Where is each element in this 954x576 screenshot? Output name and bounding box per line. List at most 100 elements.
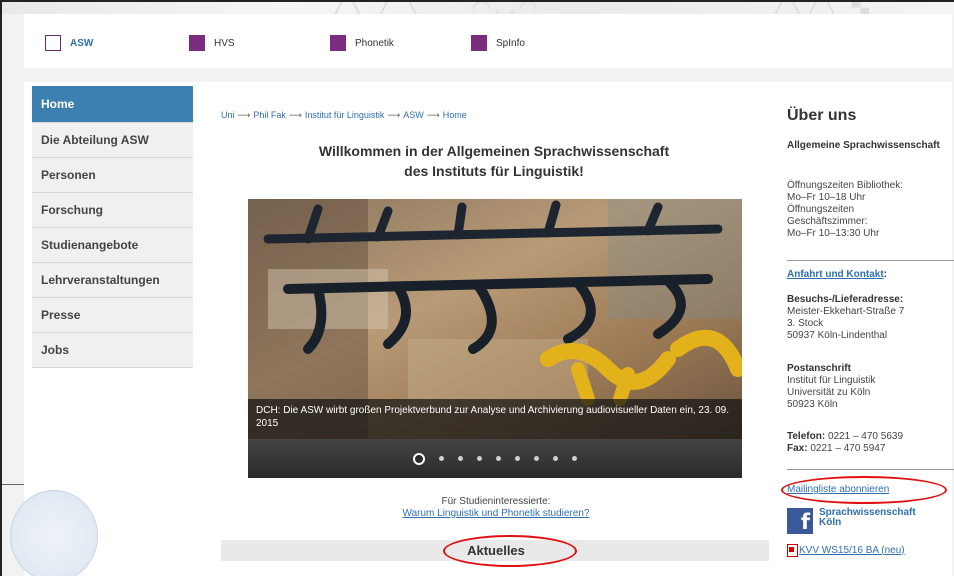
browser-page: ╱╲ ╱ ╲ ◠◡◠ ╱╲╱╲ ▚ ASW HVS Phonetik SpInf… [0,0,954,576]
institute-top-nav: ASW HVS Phonetik SpInfo [24,14,952,68]
about-heading: Über uns [787,107,857,124]
pdf-icon [787,544,798,557]
slider-dot[interactable] [458,456,463,461]
directions-contact-link[interactable]: Anfahrt und Kontakt [787,269,884,280]
slider-dot[interactable] [413,452,425,465]
breadcrumb-arrow-icon: ⟶ [237,110,251,120]
about-sidebar: Über uns Allgemeine Sprachwissenschaft Ö… [781,82,954,576]
phone-label: Telefon: [787,431,826,442]
nav-phonetik-label: Phonetik [355,37,394,49]
sidebar-item-label: Personen [41,168,96,182]
asw-square-icon [45,35,61,51]
address-line: Meister-Ekkehart-Straße 7 [787,306,905,317]
slider-dot[interactable] [515,456,520,461]
phonetik-square-icon [330,35,346,51]
slider-dot[interactable] [572,456,577,461]
post-title: Postanschrift [787,363,851,374]
postal-address: Postanschrift Institut für Linguistik Un… [787,363,954,411]
breadcrumb-arrow-icon: ⟶ [426,110,440,120]
nav-asw[interactable]: ASW [45,35,93,51]
breadcrumb-philfak[interactable]: Phil Fak [253,110,286,120]
sidebar-item-label: Studienangebote [41,238,139,252]
breadcrumb-asw[interactable]: ASW [403,110,424,120]
sidebar-item-lehrveranstaltungen[interactable]: Lehrveranstaltungen [32,263,193,298]
interest-label: Für Studieninteressierte: [441,496,551,507]
sidebar-item-label: Forschung [41,203,103,217]
breadcrumb-institut[interactable]: Institut für Linguistik [305,110,385,120]
phone-value: 0221 – 470 5639 [827,431,904,442]
address-line: Universität zu Köln [787,387,871,398]
facebook-line: Köln [819,517,842,528]
nav-spinfo-label: SpInfo [496,37,525,49]
sidebar-nav: Home Die Abteilung ASW Personen Forschun… [32,86,193,368]
nav-asw-label: ASW [70,37,94,49]
sidebar-item-label: Lehrveranstaltungen [41,273,160,287]
why-linguistics-link[interactable]: Warum Linguistik und Phonetik studieren? [403,508,590,519]
hours-line: Öffnungszeiten [787,204,855,215]
contact-link-row: Anfahrt und Kontakt: [787,269,887,280]
facebook-icon[interactable]: f [787,508,813,534]
visit-address: Besuchs-/Lieferadresse: Meister-Ekkehart… [787,294,954,342]
breadcrumb-home[interactable]: Home [443,110,467,120]
hours-line: Mo–Fr 10–18 Uhr [787,192,866,203]
university-seal-logo [10,490,98,576]
prospective-students-box: Für Studieninteressierte: Warum Linguist… [221,496,771,520]
slider-caption[interactable]: DCH: Die ASW wirbt großen Projektverbund… [248,399,742,439]
slider-dot[interactable] [534,456,539,461]
facebook-link[interactable]: Sprachwissenschaft Köln [819,508,916,528]
nav-hvs[interactable]: HVS [189,35,235,51]
sidebar-item-jobs[interactable]: Jobs [32,333,193,368]
sidebar-item-presse[interactable]: Presse [32,298,193,333]
breadcrumb-arrow-icon: ⟶ [387,110,401,120]
divider [2,484,24,485]
nav-phonetik[interactable]: Phonetik [330,35,394,51]
breadcrumb-arrow-icon: ⟶ [288,110,302,120]
opening-hours: Öffnungszeiten Bibliothek: Mo–Fr 10–18 U… [787,180,954,240]
sidebar-item-forschung[interactable]: Forschung [32,193,193,228]
org-name-text: Allgemeine Sprachwissenschaft [787,140,940,151]
hours-line: Öffnungszeiten Bibliothek: [787,180,904,191]
slider-dot[interactable] [439,456,444,461]
address-line: 3. Stock [787,318,824,329]
hvs-square-icon [189,35,205,51]
slider-dot[interactable] [553,456,558,461]
sidebar-item-studienangebote[interactable]: Studienangebote [32,228,193,263]
nav-hvs-label: HVS [214,37,235,49]
welcome-line-2: des Instituts für Linguistik! [404,163,584,179]
sidebar-item-label: Die Abteilung ASW [41,133,149,147]
annotation-circle [781,476,947,504]
org-name: Allgemeine Sprachwissenschaft [787,140,954,152]
slider-dot[interactable] [477,456,482,461]
hours-line: Mo–Fr 10–13:30 Uhr [787,228,880,239]
annotation-circle [443,535,577,567]
sidebar-item-home[interactable]: Home [32,86,193,123]
address-line: Institut für Linguistik [787,375,876,386]
hours-line: Geschäftszimmer: [787,216,868,227]
sidebar-item-label: Presse [41,308,81,322]
breadcrumb-uni[interactable]: Uni [221,110,235,120]
spinfo-square-icon [471,35,487,51]
visit-title: Besuchs-/Lieferadresse: [787,294,904,305]
welcome-line-1: Willkommen in der Allgemeinen Sprachwiss… [318,143,670,159]
sidebar-item-label: Jobs [41,343,70,357]
sidebar-item-personen[interactable]: Personen [32,158,193,193]
divider [787,469,954,470]
nav-spinfo[interactable]: SpInfo [471,35,525,51]
address-line: 50937 Köln-Lindenthal [787,330,888,341]
image-slider[interactable]: DCH: Die ASW wirbt großen Projektverbund… [248,199,742,478]
content-area: Home Die Abteilung ASW Personen Forschun… [24,82,954,576]
header-banner: ╱╲ ╱ ╲ ◠◡◠ ╱╲╱╲ ▚ [2,2,954,21]
slider-dot[interactable] [496,456,501,461]
sidebar-item-label: Home [41,97,75,111]
main-column: Uni ⟶ Phil Fak ⟶ Institut für Linguistik ⟶ ASW… [221,82,769,576]
kvv-row: KVV WS15/16 BA (neu) [787,544,905,557]
slider-pagination [248,439,742,478]
page-title: Willkommen in der Allgemeinen Sprachwiss… [229,141,759,181]
sidebar-item-abteilung[interactable]: Die Abteilung ASW [32,123,193,158]
fax-label: Fax: [787,443,808,454]
divider [787,260,954,261]
breadcrumb: Uni ⟶ Phil Fak ⟶ Institut für Linguistik ⟶ ASW… [221,110,467,121]
fax-value: 0221 – 470 5947 [810,443,886,454]
kvv-link[interactable]: KVV WS15/16 BA (neu) [799,545,905,557]
address-line: 50923 Köln [787,399,838,410]
